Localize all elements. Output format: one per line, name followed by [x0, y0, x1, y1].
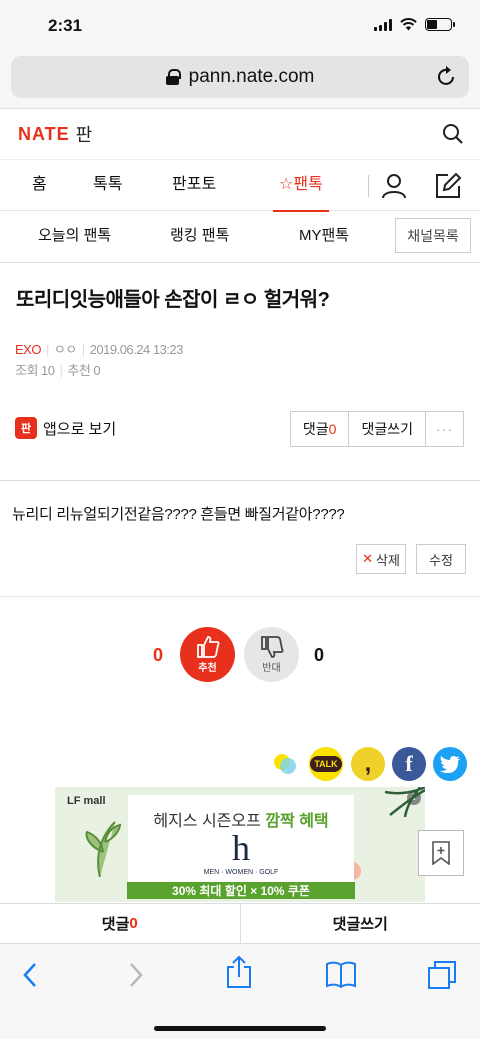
- nate-logo: NATE: [18, 123, 70, 144]
- palm-decoration: [384, 787, 425, 817]
- site-logo[interactable]: NATE 판: [18, 121, 92, 147]
- write-comment-button[interactable]: 댓글쓰기: [349, 412, 426, 446]
- kakaotalk-icon[interactable]: TALK: [309, 747, 343, 781]
- user-icon[interactable]: [381, 173, 407, 199]
- post-views: 조회 10: [15, 363, 55, 378]
- nav-pann-photo[interactable]: 판포토: [172, 160, 216, 212]
- post-date: 2019.06.24 13:23: [89, 342, 184, 357]
- status-icons: [374, 18, 455, 31]
- sub-nav: 오늘의 팬톡 랭킹 팬톡 MY팬톡 채널목록: [0, 211, 480, 263]
- edit-button[interactable]: 수정: [416, 544, 466, 574]
- tabs-icon[interactable]: [427, 960, 457, 990]
- bottom-comment-bar: 댓글 0 댓글쓰기: [0, 903, 480, 943]
- status-time: 2:31: [48, 16, 83, 35]
- ad-banner[interactable]: LF mall ! 헤지스 시즌오프 깜짝 혜택 h MEN · WOMEN ·…: [0, 787, 480, 902]
- bookmark-button[interactable]: [418, 830, 464, 876]
- more-button[interactable]: ···: [426, 412, 463, 446]
- lock-icon: [165, 69, 181, 85]
- thumbs-down-icon: [260, 636, 284, 658]
- post-recommends: 추천 0: [67, 363, 101, 378]
- pann-app-icon: 판: [15, 417, 37, 439]
- downvote-button[interactable]: 반대: [244, 627, 299, 682]
- post-actions: 판 앱으로 보기 댓글 0 댓글쓰기 ···: [0, 381, 480, 481]
- browser-address-area: pann.nate.com: [0, 52, 480, 109]
- delete-button[interactable]: ✕ 삭제: [356, 544, 406, 574]
- browser-toolbar: [0, 943, 480, 1039]
- site-header: NATE 판: [0, 109, 480, 159]
- vote-area: 0 추천 반대 0: [0, 597, 480, 727]
- ad-background: LF mall ! 헤지스 시즌오프 깜짝 혜택 h MEN · WOMEN ·…: [55, 787, 425, 902]
- ad-headline-b: 깜짝 혜택: [265, 813, 329, 830]
- bottom-comment-button[interactable]: 댓글 0: [0, 904, 241, 943]
- app-view-link[interactable]: 판 앱으로 보기: [15, 417, 116, 439]
- kakao-channel-icon[interactable]: ,: [351, 747, 385, 781]
- twitter-icon[interactable]: [433, 747, 467, 781]
- subnav-ranking[interactable]: 랭킹 팬톡: [170, 211, 229, 261]
- subnav-today[interactable]: 오늘의 팬톡: [38, 211, 111, 261]
- pann-logo: 판: [75, 125, 93, 145]
- kakaostory-icon[interactable]: [268, 747, 302, 781]
- subnav-my[interactable]: MY팬톡: [299, 211, 349, 261]
- forward-icon[interactable]: [126, 960, 146, 990]
- post-body: 뉴리디 리뉴얼되기전같음???? 흔들면 빠질거같아???? ✕ 삭제 수정: [0, 481, 480, 597]
- hazzys-logo: h: [232, 828, 250, 868]
- upvote-count: 0: [153, 645, 164, 665]
- cellular-signal-icon: [374, 18, 392, 31]
- bottom-comment-count: 0: [129, 915, 138, 932]
- nav-toktok[interactable]: 톡톡: [93, 160, 122, 212]
- post-channel[interactable]: EXO: [15, 342, 41, 357]
- post-title: 또리디잇능애들아 손잡이 ㄹㅇ 헐거워?: [16, 289, 330, 311]
- upvote-label: 추천: [198, 663, 217, 674]
- comment-count: 0: [328, 421, 337, 437]
- status-bar: 2:31: [0, 0, 480, 52]
- bottom-write-comment-button[interactable]: 댓글쓰기: [241, 904, 480, 943]
- bookmark-icon: [432, 841, 450, 865]
- url-text: pann.nate.com: [188, 66, 315, 87]
- app-view-label: 앱으로 보기: [43, 420, 117, 438]
- comment-label: 댓글: [302, 421, 329, 437]
- nav-divider: [368, 175, 369, 197]
- nav-fantalk[interactable]: ☆팬톡: [273, 160, 329, 212]
- search-icon[interactable]: [442, 123, 464, 145]
- comment-count-button[interactable]: 댓글 0: [291, 412, 350, 446]
- nav-home[interactable]: 홈: [32, 160, 47, 212]
- address-bar[interactable]: pann.nate.com: [11, 56, 469, 98]
- facebook-icon[interactable]: f: [392, 747, 426, 781]
- ad-tagline: MEN · WOMEN · GOLF: [203, 869, 279, 876]
- main-nav: 홈 톡톡 판포토 ☆팬톡: [0, 159, 480, 212]
- share-icon[interactable]: [226, 955, 252, 989]
- thumbs-up-icon: [196, 636, 220, 658]
- reload-icon[interactable]: [437, 66, 457, 88]
- bookmarks-icon[interactable]: [325, 960, 357, 988]
- ad-offer: 30% 최대 할인 × 10% 쿠폰: [127, 882, 355, 899]
- bottom-comment-label: 댓글: [101, 916, 130, 933]
- write-icon[interactable]: [434, 172, 462, 200]
- post-action-buttons: 댓글 0 댓글쓰기 ···: [289, 411, 464, 447]
- leaf-decoration: [85, 821, 122, 877]
- post-author: ㅇㅇ: [53, 342, 77, 357]
- channel-list-button[interactable]: 채널목록: [395, 218, 471, 253]
- back-icon[interactable]: [20, 960, 40, 990]
- home-indicator: [154, 1026, 326, 1031]
- wifi-icon: [400, 18, 417, 31]
- battery-icon: [425, 18, 455, 31]
- ad-card: 헤지스 시즌오프 깜짝 혜택 h MEN · WOMEN · GOLF: [128, 795, 354, 887]
- ad-brand: LF mall: [67, 795, 106, 807]
- post-meta: EXO | ㅇㅇ | 2019.06.24 13:23 조회 10 | 추천 0: [15, 342, 184, 378]
- upvote-button[interactable]: 추천: [180, 627, 235, 682]
- delete-label: 삭제: [375, 552, 400, 568]
- post-body-text: 뉴리디 리뉴얼되기전같음???? 흔들면 빠질거같아????: [12, 506, 345, 523]
- downvote-label: 반대: [262, 663, 281, 674]
- kakaotalk-label: TALK: [310, 756, 342, 772]
- downvote-count: 0: [314, 645, 325, 665]
- delete-x-icon: ✕: [362, 551, 373, 566]
